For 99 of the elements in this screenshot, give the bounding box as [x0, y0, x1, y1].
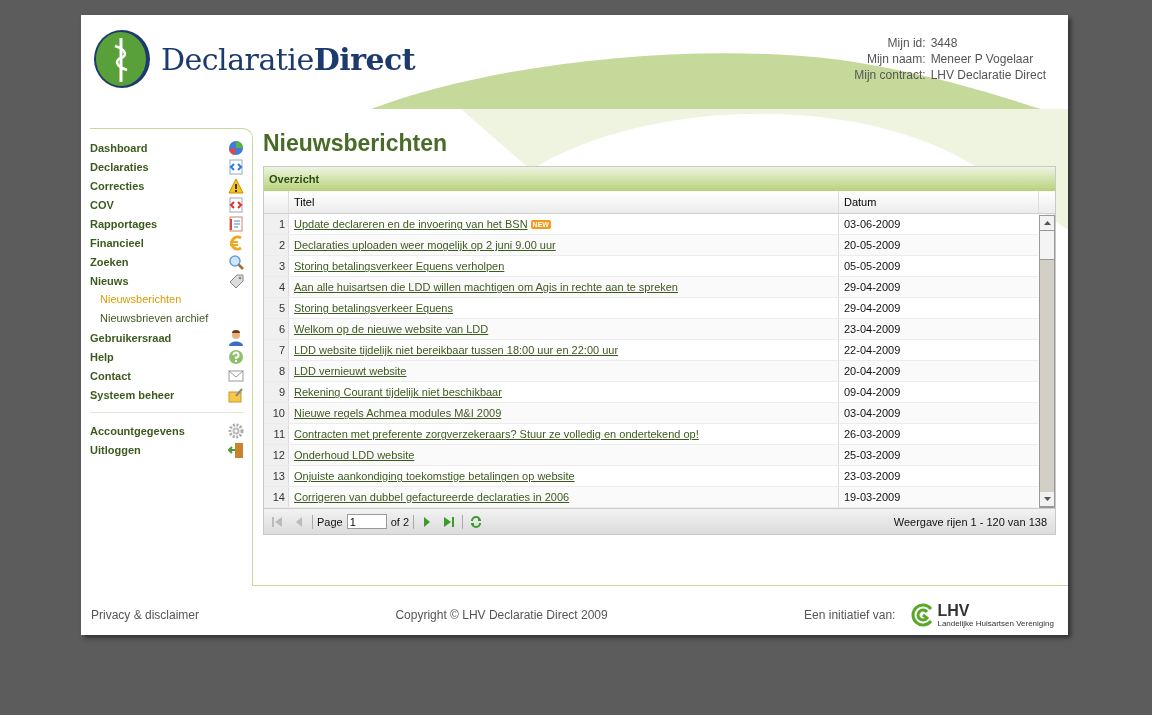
row-number: 8 [264, 361, 289, 382]
info-value: 3448 [930, 35, 959, 51]
nav-sublink[interactable]: Nieuwsbrieven archief [90, 309, 252, 329]
info-value: LHV Declaratie Direct [930, 67, 1046, 83]
date-cell: 26-03-2009 [838, 424, 1038, 445]
scrollbar-thumb[interactable] [1040, 231, 1054, 261]
date-cell: 09-04-2009 [838, 382, 1038, 403]
row-number: 4 [264, 277, 289, 298]
date-cell: 19-03-2009 [838, 487, 1038, 508]
copyright-text: Copyright © LHV Declaratie Direct 2009 [395, 608, 608, 623]
code-document-icon [228, 158, 244, 175]
warning-icon [228, 177, 244, 194]
gear-icon [228, 422, 244, 439]
news-link[interactable]: Onderhoud LDD website [294, 445, 415, 466]
row-number: 5 [264, 298, 289, 319]
row-number: 1 [264, 214, 289, 235]
date-cell: 03-04-2009 [838, 403, 1038, 424]
scrollbar[interactable] [1039, 215, 1055, 509]
scroll-down-icon[interactable] [1043, 497, 1051, 502]
nav-link[interactable]: Declaraties [90, 160, 149, 173]
info-value: Meneer P Vogelaar [930, 51, 1035, 67]
date-cell: 23-03-2009 [838, 466, 1038, 487]
date-cell: 20-05-2009 [838, 235, 1038, 256]
row-number: 7 [264, 340, 289, 361]
scroll-up-icon[interactable] [1043, 221, 1051, 226]
news-link[interactable]: Onjuiste aankondiging toekomstige betalingen op website [294, 466, 575, 487]
news-link[interactable]: Rekening Courant tijdelijk niet beschikbaar [294, 382, 502, 403]
date-cell: 25-03-2009 [838, 445, 1038, 466]
row-number: 14 [264, 487, 289, 508]
row-number: 11 [264, 424, 289, 445]
notebook-icon [228, 215, 244, 232]
column-header[interactable]: Titel [288, 191, 838, 214]
column-header[interactable]: Datum [838, 191, 1038, 214]
news-link[interactable]: Welkom op de nieuwe website van LDD [294, 319, 489, 340]
tag-icon [228, 272, 244, 289]
privacy-link[interactable]: Privacy & disclaimer [91, 608, 200, 623]
first-page-icon [271, 515, 283, 528]
news-link[interactable]: Storing betalingsverkeer Equens verholpen [294, 256, 505, 277]
page-count: of 2 [390, 515, 410, 528]
page-input[interactable]: 1 [346, 514, 387, 530]
help-icon [228, 348, 244, 365]
nav-link[interactable]: Uitloggen [90, 443, 141, 456]
news-link[interactable]: LDD website tijdelijk niet bereikbaar tussen 18:00 uur en 22:00 uur [294, 340, 619, 361]
row-number: 6 [264, 319, 289, 340]
logo-text: DeclaratieDirect [161, 41, 416, 77]
nav-link[interactable]: Gebruikersraad [90, 331, 172, 344]
date-cell: 03-06-2009 [838, 214, 1038, 235]
date-cell: 23-04-2009 [838, 319, 1038, 340]
partner-subtitle: Landelijke Huisartsen Vereniging [937, 618, 1054, 628]
news-link[interactable]: Contracten met preferente zorgverzekeraars? Stuur ze volledig en ondertekend op! [294, 424, 699, 445]
info-label: Mijn contract: [854, 67, 926, 83]
date-cell: 29-04-2009 [838, 298, 1038, 319]
news-link[interactable]: LDD vernieuwt website [294, 361, 407, 382]
row-number: 12 [264, 445, 289, 466]
row-range-text: Weergave rijen 1 - 120 van 138 [893, 515, 1047, 528]
date-cell: 22-04-2009 [838, 340, 1038, 361]
initiative-label: Een initiatief van: [804, 608, 896, 623]
news-link[interactable]: Aan alle huisartsen die LDD willen machtigen om Agis in rechte aan te spreken [294, 277, 678, 298]
row-number: 10 [264, 403, 289, 424]
info-label: Mijn id: [886, 35, 926, 51]
news-link[interactable]: Nieuwe regels Achmea modules M&I 2009 [294, 403, 502, 424]
refresh-icon [470, 515, 483, 528]
nav-link[interactable]: Correcties [90, 179, 145, 192]
nav-link[interactable]: Systeem beheer [90, 388, 175, 401]
date-cell: 20-04-2009 [838, 361, 1038, 382]
info-label: Mijn naam: [865, 51, 926, 67]
partner-logo-text: LHV [937, 602, 971, 619]
news-link[interactable]: Update declareren en de invoering van het BSN [294, 214, 528, 235]
row-number: 2 [264, 235, 289, 256]
nav-link[interactable]: Help [90, 350, 114, 363]
date-cell: 05-05-2009 [838, 256, 1038, 277]
nav-link[interactable]: Dashboard [90, 141, 148, 154]
code-document-icon [228, 196, 244, 213]
news-link[interactable]: Storing betalingsverkeer Equens [294, 298, 453, 319]
row-number: 13 [264, 466, 289, 487]
nav-link[interactable]: COV [90, 198, 114, 211]
nav-link[interactable]: Accountgegevens [90, 424, 185, 437]
date-cell: 29-04-2009 [838, 277, 1038, 298]
page-title: Nieuwsberichten [263, 129, 449, 159]
door-exit-icon [228, 441, 244, 458]
pie-chart-icon [228, 139, 244, 156]
news-link[interactable]: Declaraties uploaden weer mogelijk op 2 juni 9.00 uur [294, 235, 556, 256]
row-number: 9 [264, 382, 289, 403]
nav-link[interactable]: Rapportages [90, 217, 158, 230]
nav-link[interactable]: Financieel [90, 236, 144, 249]
nav-link[interactable]: Zoeken [90, 255, 129, 268]
page-label: Page [317, 515, 343, 528]
panel-header: Overzicht [264, 167, 1055, 192]
folder-wrench-icon [228, 386, 244, 403]
caduceus-logo-icon [91, 28, 153, 90]
last-page-icon [443, 515, 456, 528]
row-number: 3 [264, 256, 289, 277]
news-link[interactable]: Corrigeren van dubbel gefactureerde declaraties in 2006 [294, 487, 570, 508]
nav-link[interactable]: Nieuws [90, 274, 129, 287]
user-icon [228, 329, 244, 346]
nav-link[interactable]: Contact [90, 369, 131, 382]
euro-icon [228, 234, 244, 251]
envelope-icon [228, 367, 244, 384]
search-icon [228, 253, 244, 270]
